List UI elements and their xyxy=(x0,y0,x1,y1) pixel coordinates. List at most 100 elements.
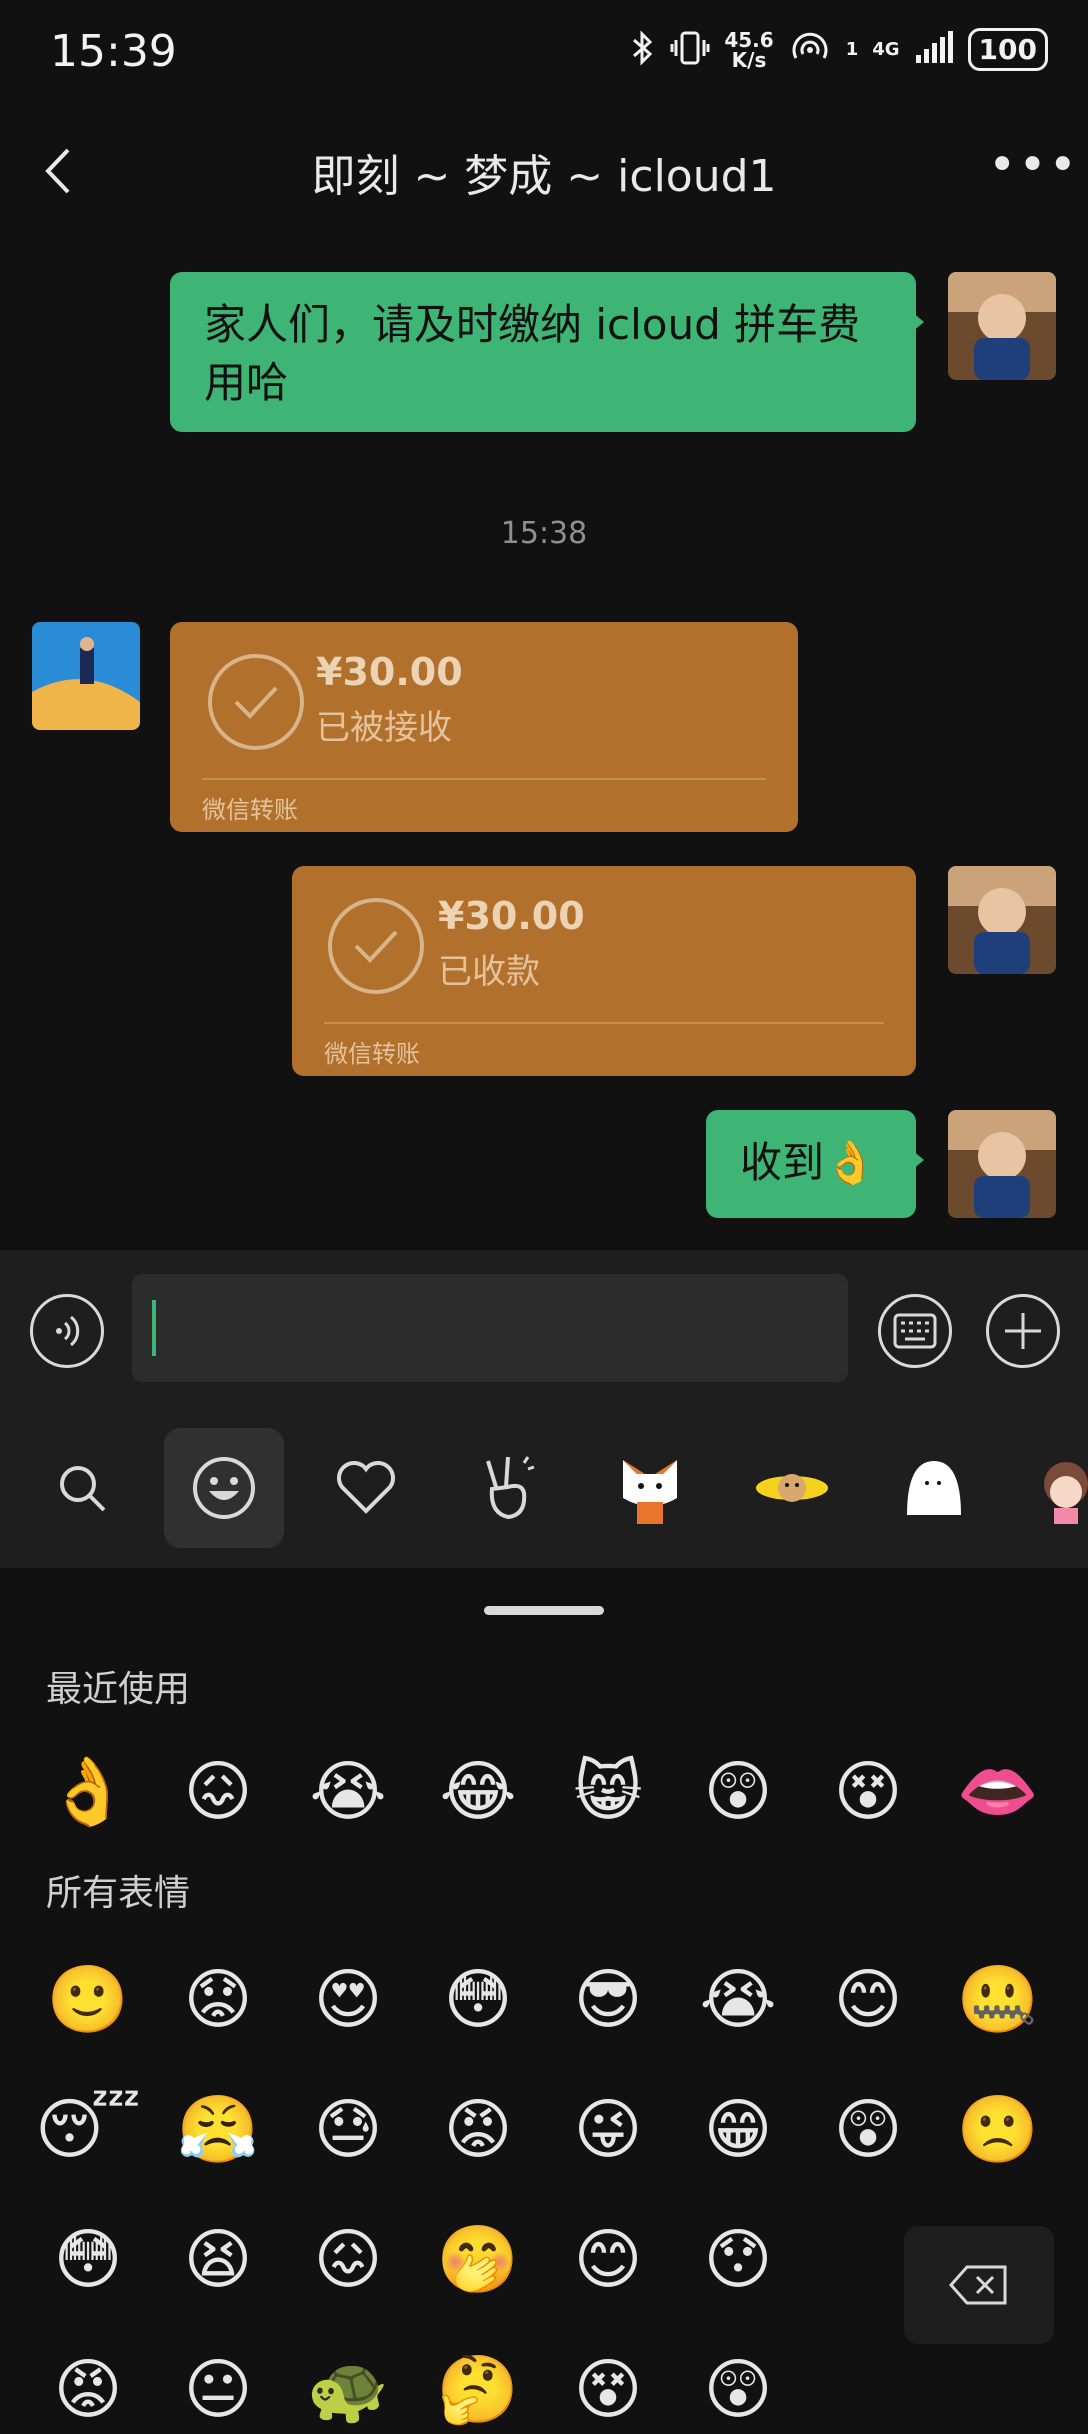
divider xyxy=(324,1022,884,1024)
emoji-item[interactable]: 😯 xyxy=(694,2216,782,2304)
yellow-sticker-icon xyxy=(756,1474,828,1502)
ghost-sticker-icon xyxy=(907,1461,961,1515)
net-speed: 45.6 K/s xyxy=(724,27,774,72)
all-section-title: 所有表情 xyxy=(46,1873,191,1914)
message-timestamp: 15:38 xyxy=(500,516,588,551)
outgoing-message-bubble[interactable]: 收到👌 xyxy=(706,1110,924,1218)
chat-title: 即刻 ~ 梦成 ~ icloud1 xyxy=(311,151,777,202)
recent-section-title: 最近使用 xyxy=(46,1669,191,1710)
heart-icon xyxy=(337,1461,395,1514)
emoji-item[interactable]: 🙁 xyxy=(954,2086,1042,2174)
emoji-item[interactable]: 😭 xyxy=(304,1748,392,1836)
emoji-item[interactable]: 🤔 xyxy=(434,2346,522,2434)
transfer-footer: 微信转账 xyxy=(202,796,298,824)
backspace-icon xyxy=(949,2265,1007,2305)
message-text: 收到👌 xyxy=(740,1138,877,1187)
emoji-item[interactable]: 😍 xyxy=(304,1956,392,2044)
my-avatar[interactable] xyxy=(948,272,1056,380)
emoji-item[interactable]: 🤭 xyxy=(434,2216,522,2304)
my-avatar[interactable] xyxy=(948,866,1056,974)
emoji-item[interactable]: 😊 xyxy=(564,2216,652,2304)
emoji-item[interactable]: 😲 xyxy=(694,2346,782,2434)
vibrate-icon xyxy=(670,30,710,70)
check-circle-icon xyxy=(328,898,424,994)
cat-sticker-icon xyxy=(623,1460,677,1524)
emoji-item[interactable]: 😊 xyxy=(824,1956,912,2044)
bluetooth-icon xyxy=(630,29,656,70)
transfer-footer: 微信转账 xyxy=(324,1040,420,1068)
contact-avatar[interactable] xyxy=(32,622,140,730)
battery-indicator: 100 xyxy=(967,28,1048,71)
emoji-item[interactable]: 👄 xyxy=(954,1748,1042,1836)
emoji-item[interactable]: 😜 xyxy=(564,2086,652,2174)
emoji-item[interactable]: 😵 xyxy=(824,1748,912,1836)
plus-icon xyxy=(1005,1313,1041,1349)
emoji-item[interactable]: 😲 xyxy=(824,2086,912,2174)
more-options-button[interactable]: ••• xyxy=(988,141,1077,196)
emoji-item[interactable]: 🙂 xyxy=(44,1956,132,2044)
emoji-item[interactable]: 😫 xyxy=(174,2216,262,2304)
tab-emoji-default[interactable] xyxy=(164,1428,284,1548)
status-icons: 45.6 K/s 1 4G 100 xyxy=(630,28,1048,71)
tab-emoji-gestures[interactable] xyxy=(448,1428,568,1548)
emoji-item[interactable]: 😳 xyxy=(44,2216,132,2304)
transfer-card-received[interactable]: ¥30.00 已被接收 微信转账 xyxy=(170,622,798,832)
tab-sticker-girl[interactable] xyxy=(1036,1454,1088,1524)
emoji-item[interactable]: 😟 xyxy=(174,1956,262,2044)
signal-icon xyxy=(914,30,954,69)
tab-emoji-favorites[interactable] xyxy=(306,1428,426,1548)
transfer-amount: ¥30.00 xyxy=(316,650,463,694)
emoji-item[interactable]: 😓 xyxy=(304,2086,392,2174)
emoji-item[interactable]: 😲 xyxy=(694,1748,782,1836)
my-avatar[interactable] xyxy=(948,1110,1056,1218)
voice-icon xyxy=(56,1315,80,1347)
outgoing-message-bubble[interactable]: 家人们，请及时缴纳 icloud 拼车费用哈 xyxy=(170,272,924,432)
emoji-item[interactable]: 😤 xyxy=(174,2086,262,2174)
smiley-icon xyxy=(193,1457,255,1519)
emoji-item[interactable]: 😁 xyxy=(694,2086,782,2174)
victory-hand-icon xyxy=(486,1456,535,1520)
emoji-item[interactable]: 😳 xyxy=(434,1956,522,2044)
emoji-item[interactable]: 😖 xyxy=(174,1748,262,1836)
emoji-item[interactable]: 😵 xyxy=(564,2346,652,2434)
sim-index: 1 xyxy=(845,39,859,60)
divider xyxy=(202,778,766,780)
network-type: 4G xyxy=(872,39,900,60)
emoji-item[interactable]: 🐢 xyxy=(304,2346,392,2434)
emoji-item[interactable]: 😴 xyxy=(35,2086,141,2174)
tab-sticker-ghost[interactable] xyxy=(874,1428,994,1548)
keyboard-icon xyxy=(893,1313,937,1349)
emoji-item[interactable]: 😎 xyxy=(564,1956,652,2044)
transfer-amount: ¥30.00 xyxy=(438,894,585,938)
emoji-item[interactable]: 😸 xyxy=(564,1748,652,1836)
message-input[interactable] xyxy=(132,1274,848,1382)
emoji-item[interactable]: 😡 xyxy=(434,2086,522,2174)
tab-sticker-cat[interactable] xyxy=(590,1428,710,1548)
more-dots-icon: ••• xyxy=(988,137,1079,193)
emoji-item[interactable]: 😖 xyxy=(304,2216,392,2304)
status-time: 15:39 xyxy=(50,26,177,77)
search-icon xyxy=(60,1466,106,1512)
girl-sticker-icon xyxy=(1044,1462,1088,1524)
transfer-status: 已收款 xyxy=(438,952,540,992)
emoji-delete-button[interactable] xyxy=(904,2226,1054,2344)
keyboard-button[interactable] xyxy=(878,1294,952,1368)
more-functions-button[interactable] xyxy=(986,1294,1060,1368)
emoji-item[interactable]: 🤐 xyxy=(954,1956,1042,2044)
check-circle-icon xyxy=(208,654,304,750)
emoji-item[interactable]: 👌 xyxy=(44,1748,132,1836)
emoji-item[interactable]: 😡 xyxy=(44,2346,132,2434)
emoji-item[interactable]: 😐 xyxy=(174,2346,262,2434)
panel-drag-handle[interactable] xyxy=(484,1606,604,1615)
tab-sticker-yellow[interactable] xyxy=(732,1428,852,1548)
status-bar: 15:39 45.6 K/s 1 4G 100 xyxy=(0,0,1088,110)
tab-emoji-search[interactable] xyxy=(22,1428,142,1548)
message-text: 家人们，请及时缴纳 icloud 拼车费用哈 xyxy=(204,300,861,407)
transfer-card-collected[interactable]: ¥30.00 已收款 微信转账 xyxy=(292,866,916,1076)
hotspot-icon xyxy=(788,30,832,70)
text-cursor xyxy=(152,1300,156,1356)
emoji-item[interactable]: 😂 xyxy=(434,1748,522,1836)
transfer-status: 已被接收 xyxy=(316,708,452,748)
emoji-item[interactable]: 😭 xyxy=(694,1956,782,2044)
voice-input-button[interactable] xyxy=(30,1294,104,1368)
